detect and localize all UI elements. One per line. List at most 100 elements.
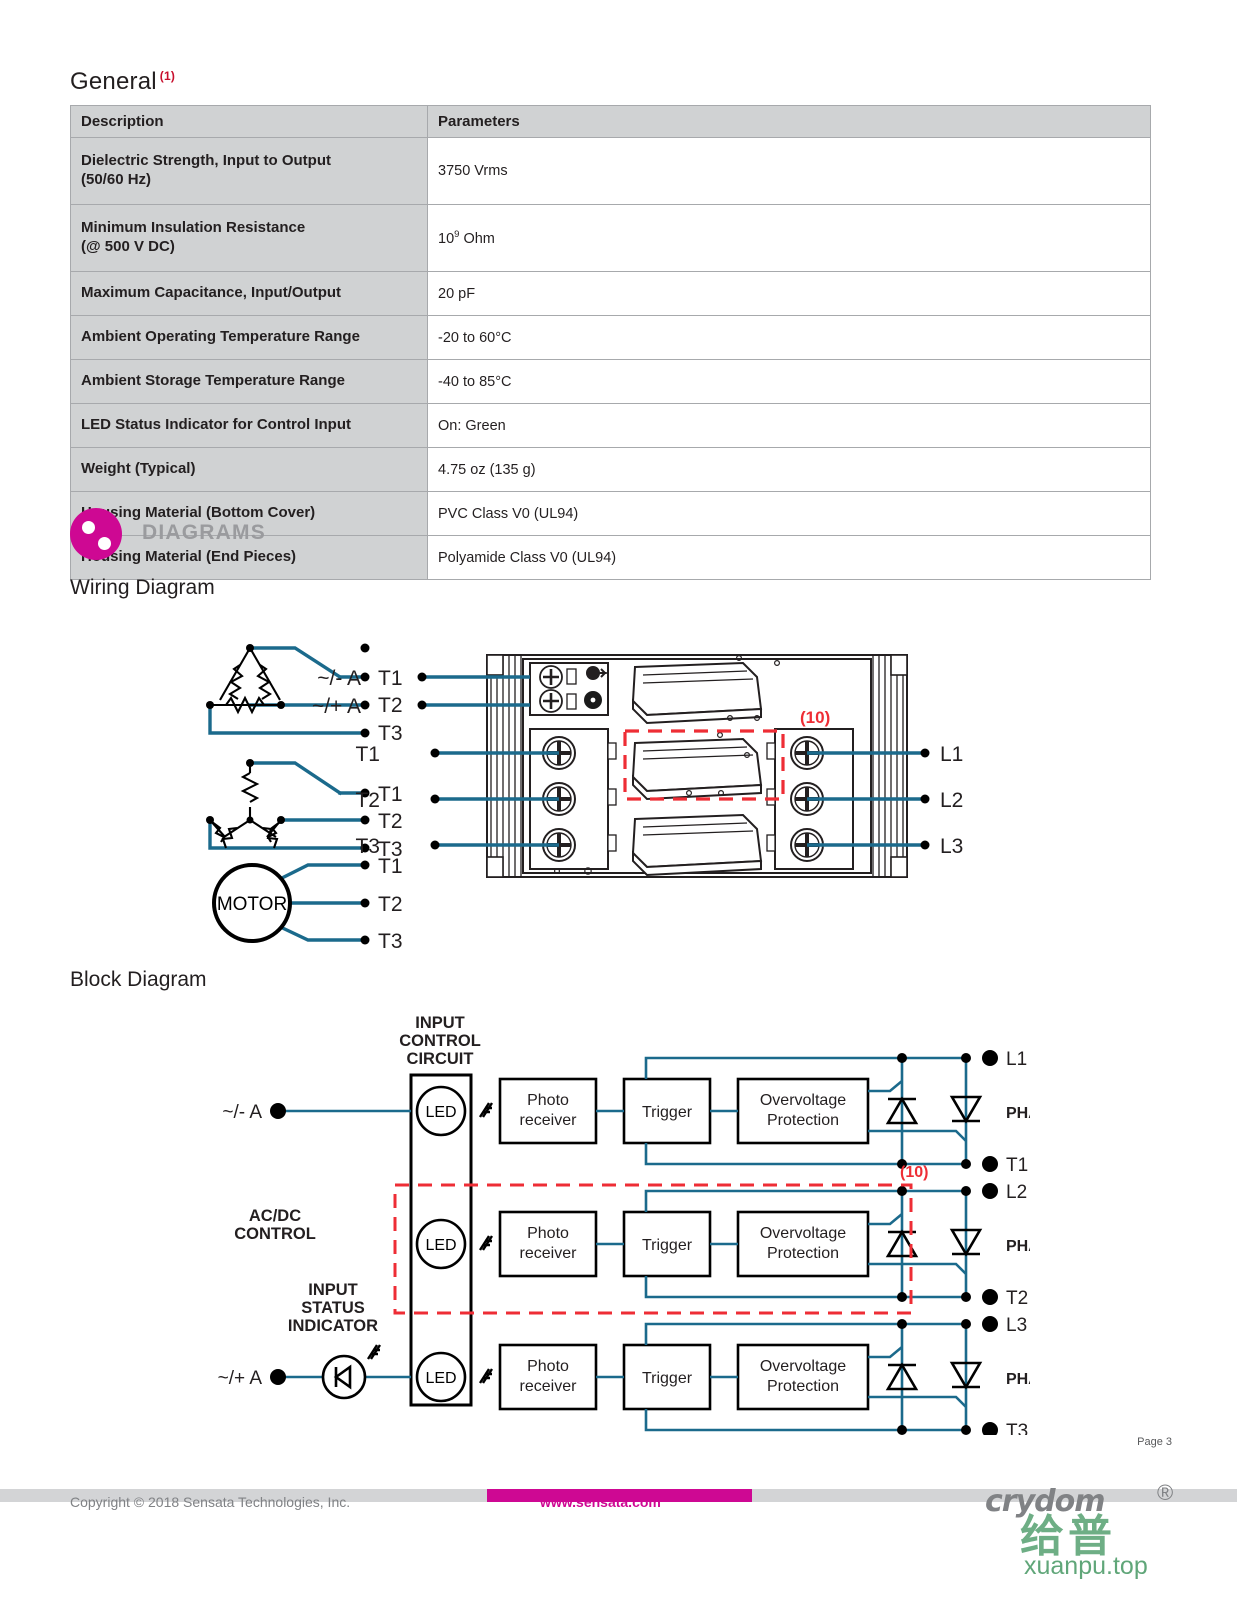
table-row: Maximum Capacitance, Input/Output 20 pF bbox=[70, 271, 1151, 316]
table-row: LED Status Indicator for Control Input On… bbox=[70, 403, 1151, 448]
table-header-row: Description Parameters bbox=[70, 105, 1151, 138]
device-label-ac-plus: ~/+ A bbox=[312, 695, 361, 718]
table-cell-description: Minimum Insulation Resistance (@ 500 V DC… bbox=[70, 204, 428, 272]
table-cell-description: LED Status Indicator for Control Input bbox=[70, 403, 428, 448]
motor-label-t1: T1 bbox=[378, 855, 403, 878]
device-label-ac-minus: ~/- A bbox=[317, 667, 361, 690]
load-label: T1 bbox=[1006, 1155, 1028, 1176]
block-callout: (10) bbox=[900, 1164, 928, 1181]
phase-label: PHASE A bbox=[1006, 1105, 1030, 1122]
wye-label-t1: T1 bbox=[378, 783, 403, 806]
table-cell-value: -40 to 85°C bbox=[427, 359, 1151, 404]
table-cell-value: On: Green bbox=[427, 403, 1151, 448]
table-cell-description: Ambient Storage Temperature Range bbox=[70, 359, 428, 404]
load-label: T2 bbox=[1006, 1288, 1028, 1309]
device-label-l3: L3 bbox=[940, 835, 963, 858]
table-cell-description: Dielectric Strength, Input to Output (50/… bbox=[70, 137, 428, 205]
load-terminal bbox=[982, 1289, 998, 1305]
svg-text:Trigger: Trigger bbox=[642, 1237, 693, 1254]
icc-line3: CIRCUIT bbox=[407, 1050, 474, 1068]
icc-line1: INPUT bbox=[415, 1014, 465, 1032]
led-label-c: LED bbox=[425, 1370, 456, 1387]
svg-text:Photo: Photo bbox=[527, 1092, 569, 1109]
block-diagram-title: Block Diagram bbox=[70, 968, 207, 991]
svg-text:Protection: Protection bbox=[767, 1245, 839, 1262]
block-diagram: INPUT CONTROL CIRCUIT AC/DC CONTROL INPU… bbox=[200, 1005, 1078, 1442]
watermark-latin: xuanpu.top bbox=[1024, 1552, 1148, 1580]
load-terminal bbox=[982, 1422, 998, 1438]
diagrams-banner-label: DIAGRAMS bbox=[142, 521, 266, 544]
datasheet-page: General (1) Description Parameters Dielec… bbox=[0, 0, 1237, 1601]
icc-line2: CONTROL bbox=[399, 1032, 481, 1050]
svg-text:Protection: Protection bbox=[767, 1112, 839, 1129]
column-header-description: Description bbox=[70, 105, 428, 138]
table-row: Weight (Typical) 4.75 oz (135 g) bbox=[70, 447, 1151, 492]
isi-line2: STATUS bbox=[301, 1299, 365, 1317]
svg-text:Trigger: Trigger bbox=[642, 1104, 693, 1121]
table-row: Ambient Operating Temperature Range -20 t… bbox=[70, 315, 1151, 360]
three-dot-circle-icon bbox=[70, 508, 122, 560]
table-cell-value: Polyamide Class V0 (UL94) bbox=[427, 535, 1151, 580]
wiring-diagram: MOTOR T1 T2 T3 T1 T2 T3 T1 T2 T3 ~/- A ~… bbox=[180, 615, 1040, 965]
load-terminal bbox=[982, 1156, 998, 1172]
line-terminal bbox=[982, 1183, 998, 1199]
svg-text:Protection: Protection bbox=[767, 1378, 839, 1395]
table-cell-value: 109 Ohm bbox=[427, 204, 1151, 272]
wye-label-t2: T2 bbox=[378, 810, 403, 833]
crydom-logo: crydom ® bbox=[985, 1478, 1185, 1530]
overvoltage-box bbox=[736, 1077, 870, 1145]
phase-row: Photo receiver Trigger Overvoltage Protectio… bbox=[498, 1049, 1077, 1176]
line-terminal bbox=[982, 1050, 998, 1066]
copyright-text: Copyright © 2018 Sensata Technologies, I… bbox=[70, 1494, 351, 1510]
website-link[interactable]: www.sensata.com bbox=[540, 1494, 661, 1510]
svg-text:receiver: receiver bbox=[520, 1378, 578, 1395]
terminal-ac-plus: ~/+ A bbox=[218, 1368, 263, 1389]
wiring-callout: (10) bbox=[800, 708, 830, 727]
overvoltage-box bbox=[736, 1343, 870, 1411]
page-title-text: General bbox=[70, 68, 157, 95]
page-title-footnote: (1) bbox=[159, 69, 176, 83]
terminal-ac-minus: ~/- A bbox=[222, 1102, 262, 1123]
svg-text:receiver: receiver bbox=[520, 1112, 578, 1129]
device-label-t1: T1 bbox=[355, 743, 380, 766]
motor-label-t3: T3 bbox=[378, 930, 403, 953]
svg-text:Photo: Photo bbox=[527, 1225, 569, 1242]
page-title: General (1) bbox=[70, 68, 175, 96]
table-row: Dielectric Strength, Input to Output (50/… bbox=[70, 137, 1151, 205]
line-terminal bbox=[982, 1316, 998, 1332]
phase-label: PHASE B bbox=[1006, 1238, 1030, 1255]
table-cell-value: PVC Class V0 (UL94) bbox=[427, 491, 1151, 536]
isi-line3: INDICATOR bbox=[288, 1317, 378, 1335]
motor-label: MOTOR bbox=[217, 894, 287, 915]
table-cell-description: Weight (Typical) bbox=[70, 447, 428, 492]
svg-text:Overvoltage: Overvoltage bbox=[760, 1092, 846, 1109]
table-cell-value: 20 pF bbox=[427, 271, 1151, 316]
device-label-t3: T3 bbox=[355, 835, 380, 858]
table-cell-value: 4.75 oz (135 g) bbox=[427, 447, 1151, 492]
acdc-line1: AC/DC bbox=[249, 1207, 301, 1225]
device-label-l2: L2 bbox=[940, 789, 963, 812]
crydom-wordmark: crydom bbox=[985, 1484, 1105, 1519]
diagrams-banner: DIAGRAMS bbox=[70, 508, 470, 560]
line-label: L1 bbox=[1006, 1049, 1027, 1070]
delta-label-t1: T1 bbox=[378, 667, 403, 690]
table-row: Ambient Storage Temperature Range -40 to … bbox=[70, 359, 1151, 404]
table-cell-value: -20 to 60°C bbox=[427, 315, 1151, 360]
line-label: L3 bbox=[1006, 1315, 1027, 1336]
table-cell-description: Ambient Operating Temperature Range bbox=[70, 315, 428, 360]
table-cell-description: Maximum Capacitance, Input/Output bbox=[70, 271, 428, 316]
isi-line1: INPUT bbox=[308, 1281, 358, 1299]
photo-receiver-box bbox=[498, 1077, 598, 1145]
led-label-a: LED bbox=[425, 1104, 456, 1121]
svg-text:Overvoltage: Overvoltage bbox=[760, 1225, 846, 1242]
delta-label-t3: T3 bbox=[378, 722, 403, 745]
svg-text:Photo: Photo bbox=[527, 1358, 569, 1375]
svg-text:Overvoltage: Overvoltage bbox=[760, 1358, 846, 1375]
registered-mark: ® bbox=[1157, 1480, 1174, 1505]
table-row: Minimum Insulation Resistance (@ 500 V DC… bbox=[70, 204, 1151, 272]
device-label-t2: T2 bbox=[355, 789, 380, 812]
wiring-diagram-title: Wiring Diagram bbox=[70, 576, 215, 599]
acdc-line2: CONTROL bbox=[234, 1225, 316, 1243]
table-cell-value: 3750 Vrms bbox=[427, 137, 1151, 205]
line-label: L2 bbox=[1006, 1182, 1027, 1203]
